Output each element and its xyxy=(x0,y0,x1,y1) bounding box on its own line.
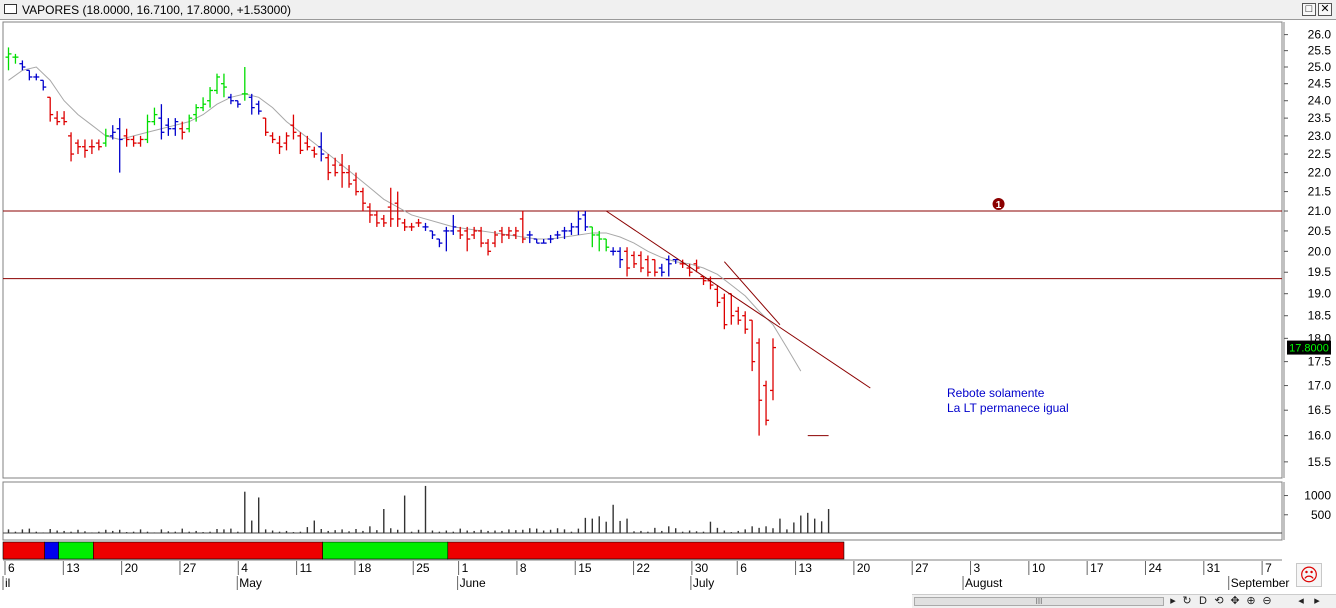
horizontal-scrollbar[interactable]: III ▸ ↻ D ⟲ ✥ ⊕ ⊖ ◂ ▸ xyxy=(912,594,1336,608)
month-tick-label: July xyxy=(693,576,714,590)
day-tick-label: 6 xyxy=(8,561,15,575)
day-tick-label: 27 xyxy=(183,561,197,575)
day-tick-label: 20 xyxy=(857,561,871,575)
day-tick-label: 11 xyxy=(300,561,313,575)
volume-tick-label: 1000 xyxy=(1304,489,1331,503)
month-tick-label: il xyxy=(5,576,10,590)
day-tick-label: 1 xyxy=(462,561,469,575)
signal-strip-segment xyxy=(93,541,324,560)
signal-strip-segment xyxy=(447,541,845,560)
month-tick-label: June xyxy=(460,576,486,590)
price-tick-label: 18.5 xyxy=(1308,309,1332,323)
price-tick-label: 19.0 xyxy=(1308,287,1332,301)
refresh-icon[interactable]: ↻ xyxy=(1180,595,1194,608)
day-tick-label: 31 xyxy=(1207,561,1221,575)
price-tick-label: 20.5 xyxy=(1308,224,1332,238)
price-tick-label: 20.0 xyxy=(1308,244,1332,258)
signal-strip-segment xyxy=(322,541,449,560)
month-tick-label: August xyxy=(965,576,1003,590)
signal-strip-segment xyxy=(2,541,46,560)
day-tick-label: 27 xyxy=(915,561,929,575)
day-tick-label: 10 xyxy=(1032,561,1046,575)
day-tick-label: 17 xyxy=(1090,561,1104,575)
price-tick-label: 16.0 xyxy=(1308,429,1332,443)
day-tick-label: 8 xyxy=(520,561,527,575)
zoom-in-icon[interactable]: ⊕ xyxy=(1244,595,1258,608)
price-tick-label: 15.5 xyxy=(1308,455,1332,469)
month-tick-label: May xyxy=(239,576,262,590)
price-tick-label: 24.5 xyxy=(1308,77,1332,91)
day-tick-label: 7 xyxy=(1265,561,1272,575)
last-price-label: 17.8000 xyxy=(1289,343,1329,355)
move-icon[interactable]: ✥ xyxy=(1228,595,1242,608)
scroll-right-icon[interactable]: ▸ xyxy=(1310,595,1324,608)
price-panel-frame xyxy=(2,21,1283,479)
day-tick-label: 15 xyxy=(578,561,592,575)
day-tick-label: 3 xyxy=(974,561,981,575)
month-tick-label: September xyxy=(1231,576,1290,590)
data-icon[interactable]: D xyxy=(1196,595,1210,608)
price-tick-label: 23.5 xyxy=(1308,111,1332,125)
price-chart[interactable]: 15.516.016.517.017.518.018.519.019.520.0… xyxy=(0,0,1336,608)
price-tick-label: 21.0 xyxy=(1308,204,1332,218)
price-tick-label: 25.0 xyxy=(1308,60,1332,74)
price-tick-label: 22.0 xyxy=(1308,166,1332,180)
day-tick-label: 6 xyxy=(740,561,747,575)
price-tick-label: 21.5 xyxy=(1308,185,1332,199)
day-tick-label: 13 xyxy=(66,561,80,575)
day-tick-label: 24 xyxy=(1148,561,1162,575)
day-tick-label: 13 xyxy=(799,561,813,575)
volume-panel-frame xyxy=(2,481,1283,541)
price-tick-label: 17.5 xyxy=(1308,355,1332,369)
price-tick-label: 23.0 xyxy=(1308,129,1332,143)
day-tick-label: 22 xyxy=(637,561,651,575)
day-tick-label: 30 xyxy=(695,561,709,575)
scroll-left-icon[interactable]: ◂ xyxy=(1294,595,1308,608)
signal-strip-segment xyxy=(44,541,59,560)
price-tick-label: 26.0 xyxy=(1308,28,1332,42)
signal-strip-segment xyxy=(58,541,94,560)
price-tick-label: 17.0 xyxy=(1308,379,1332,393)
price-tick-label: 24.0 xyxy=(1308,94,1332,108)
chart-annotation: La LT permanece igual xyxy=(947,401,1069,415)
price-tick-label: 19.5 xyxy=(1308,265,1332,279)
scroll-right-arrow-icon[interactable]: ▸ xyxy=(1166,595,1180,608)
price-tick-label: 16.5 xyxy=(1308,403,1332,417)
price-tick-label: 22.5 xyxy=(1308,147,1332,161)
day-tick-label: 18 xyxy=(358,561,372,575)
chart-annotation: Rebote solamente xyxy=(947,386,1045,400)
price-tick-label: 25.5 xyxy=(1308,44,1332,58)
day-tick-label: 25 xyxy=(416,561,430,575)
event-marker-label: 1 xyxy=(996,200,1002,211)
undo-icon[interactable]: ⟲ xyxy=(1212,595,1226,608)
day-tick-label: 4 xyxy=(241,561,248,575)
day-tick-label: 20 xyxy=(125,561,139,575)
scroll-thumb[interactable]: III xyxy=(914,597,1164,606)
zoom-out-icon[interactable]: ⊖ xyxy=(1260,595,1274,608)
volume-tick-label: 500 xyxy=(1311,508,1331,522)
sad-face-icon[interactable]: ☹ xyxy=(1296,563,1322,587)
